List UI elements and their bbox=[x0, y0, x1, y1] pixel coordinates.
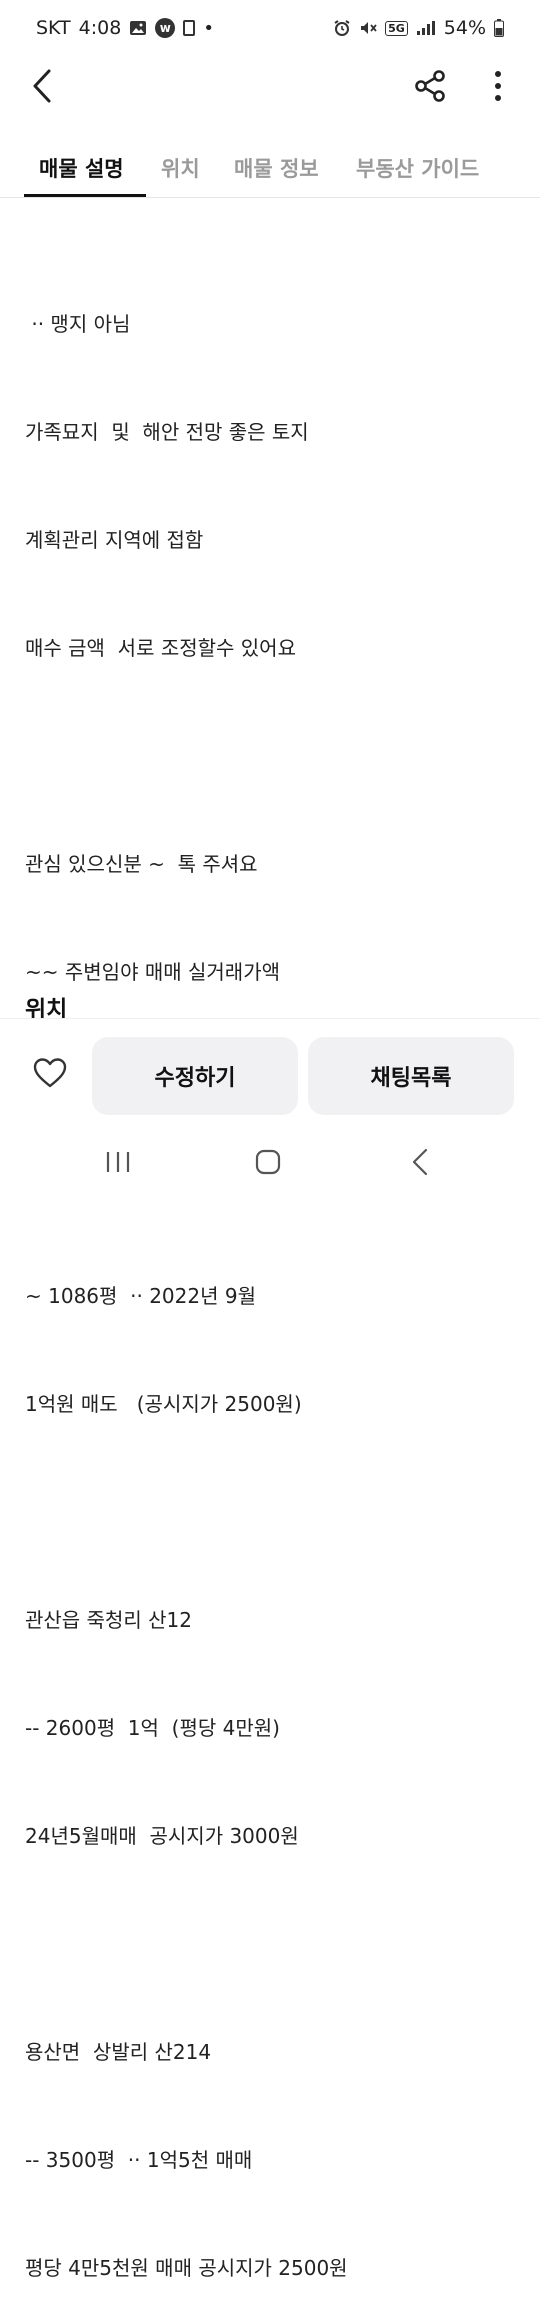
tab-listing-info[interactable]: 매물 정보 bbox=[234, 138, 319, 198]
alarm-icon bbox=[333, 19, 351, 37]
description-line: 24년5월매매 공시지가 3000원 bbox=[25, 1824, 299, 1848]
description-line: 평당 4만5천원 매매 공시지가 2500원 bbox=[25, 2256, 348, 2280]
app-notification-icon: w bbox=[155, 18, 176, 38]
description-line: 관산읍 죽청리 산12 bbox=[25, 1608, 192, 1632]
status-left: SKT 4:08 w • bbox=[36, 17, 214, 39]
carrier-label: SKT bbox=[36, 17, 71, 39]
description-line: 관심 있으신분 ~ 톡 주셔요 bbox=[25, 852, 258, 876]
share-icon bbox=[413, 69, 447, 107]
sim-notification-icon bbox=[183, 20, 196, 36]
description-line: ~ 1086평 ·· 2022년 9월 bbox=[25, 1284, 256, 1308]
recents-button[interactable] bbox=[94, 1146, 142, 1182]
description-line: 가족묘지 및 해안 전망 좋은 토지 bbox=[25, 420, 309, 444]
tab-location[interactable]: 위치 bbox=[161, 138, 200, 198]
listing-description: ·· 맹지 아님 가족묘지 및 해안 전망 좋은 토지 계획관리 지역에 접함 … bbox=[25, 234, 520, 2322]
status-right: 5G 54% bbox=[333, 17, 504, 39]
description-line bbox=[25, 1926, 520, 1962]
share-button[interactable] bbox=[408, 66, 452, 110]
tab-listing-description[interactable]: 매물 설명 bbox=[39, 138, 124, 198]
description-line: ~~ 주변임야 매매 실거래가액 bbox=[25, 960, 280, 984]
back-button[interactable] bbox=[22, 66, 62, 110]
more-vertical-icon bbox=[494, 70, 502, 106]
status-bar: SKT 4:08 w • 5G 54% bbox=[0, 0, 540, 56]
description-line: 용산면 상발리 산214 bbox=[25, 2040, 212, 2064]
home-button[interactable] bbox=[244, 1146, 292, 1182]
system-back-button[interactable] bbox=[396, 1146, 444, 1182]
signal-icon bbox=[416, 20, 436, 36]
description-line: 1억원 매도 (공시지가 2500원) bbox=[25, 1392, 302, 1416]
home-icon bbox=[255, 1149, 281, 1179]
description-line bbox=[25, 1494, 520, 1530]
battery-percent: 54% bbox=[443, 17, 486, 39]
favorite-button[interactable] bbox=[28, 1055, 72, 1095]
description-line: ·· 맹지 아님 bbox=[25, 312, 131, 336]
description-line: 계획관리 지역에 접함 bbox=[25, 528, 204, 552]
tab-real-estate-guide[interactable]: 부동산 가이드 bbox=[356, 138, 479, 198]
description-line bbox=[25, 738, 520, 774]
nav-back-icon bbox=[411, 1148, 429, 1180]
battery-icon bbox=[494, 19, 504, 37]
more-notifications-dot: • bbox=[203, 17, 214, 39]
heart-outline-icon bbox=[32, 1057, 68, 1093]
app-bar bbox=[0, 56, 540, 124]
edit-button[interactable]: 수정하기 bbox=[92, 1037, 298, 1115]
active-tab-indicator bbox=[24, 194, 146, 197]
description-line: -- 3500평 ·· 1억5천 매매 bbox=[25, 2148, 253, 2172]
system-navigation-bar bbox=[0, 1130, 540, 1200]
time-label: 4:08 bbox=[78, 17, 122, 39]
bottom-action-bar: 수정하기 채팅목록 bbox=[0, 1018, 540, 1130]
description-line: 매수 금액 서로 조정할수 있어요 bbox=[25, 636, 296, 660]
recents-icon bbox=[105, 1150, 131, 1178]
chevron-left-icon bbox=[31, 68, 53, 108]
mute-icon bbox=[359, 19, 377, 37]
more-options-button[interactable] bbox=[480, 66, 516, 110]
network-type-label: 5G bbox=[385, 20, 408, 36]
tab-bar: 매물 설명 위치 매물 정보 부동산 가이드 bbox=[0, 138, 540, 198]
gallery-notification-icon bbox=[129, 19, 147, 37]
description-line: -- 2600평 1억 (평당 4만원) bbox=[25, 1716, 280, 1740]
chat-list-button[interactable]: 채팅목록 bbox=[308, 1037, 514, 1115]
